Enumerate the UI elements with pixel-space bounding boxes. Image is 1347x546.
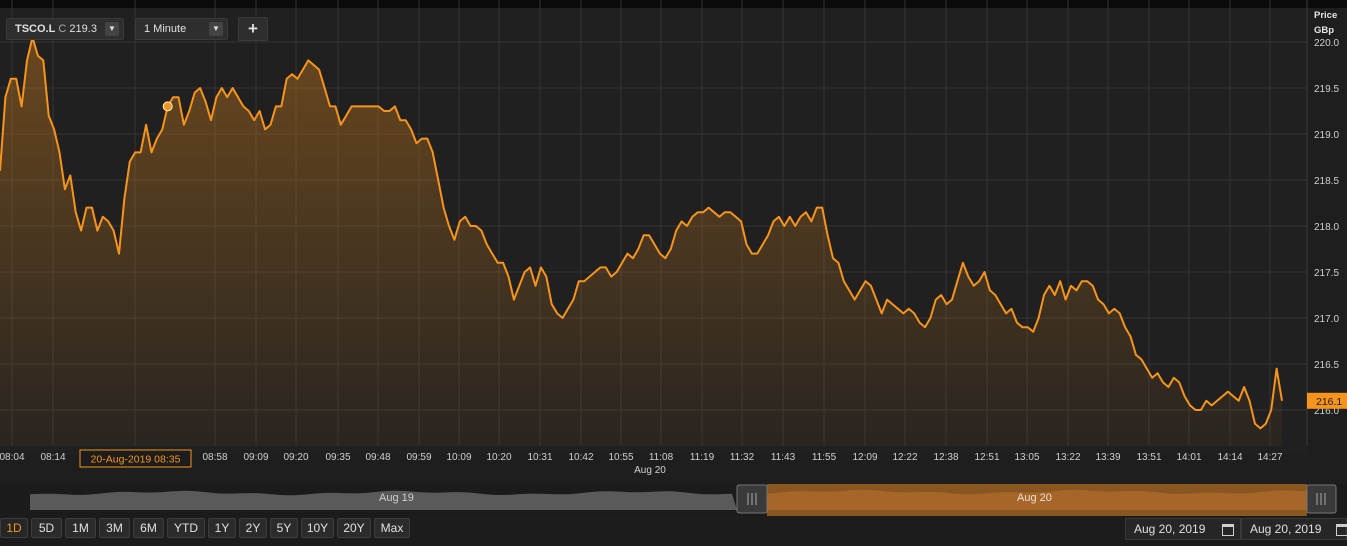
- calendar-icon[interactable]: [1222, 524, 1234, 536]
- x-tick-label: 11:43: [771, 452, 796, 463]
- date-from-value: Aug 20, 2019: [1134, 522, 1206, 536]
- timeframe-button-3m[interactable]: 3M: [99, 518, 130, 538]
- x-tick-label: 12:09: [852, 452, 877, 463]
- x-tick-label: 12:22: [892, 452, 917, 463]
- range-navigator[interactable]: Aug 19 Aug 20: [0, 484, 1347, 516]
- timeframe-button-20y[interactable]: 20Y: [337, 518, 371, 538]
- x-tick-label: 14:27: [1257, 452, 1282, 463]
- chart-plot-area[interactable]: 216.0 216.5 217.0 217.5 218.0 218.5 219.0 219.5…: [0, 0, 1347, 476]
- x-tick-label: 12:51: [974, 452, 999, 463]
- x-tick-label: 09:35: [325, 452, 350, 463]
- x-axis-ticks: 08:04 08:14 20-Aug-2019 08:35 08:58 09:09 09:…: [0, 449, 1283, 476]
- timeframe-button-5d[interactable]: 5D: [31, 518, 62, 538]
- x-tick-label: 10:20: [486, 452, 511, 463]
- x-tick-label: 08:14: [40, 452, 65, 463]
- y-tick-label: 218.0: [1314, 222, 1339, 233]
- x-tick-label: 14:14: [1217, 452, 1242, 463]
- x-tick-label: 08:58: [202, 452, 227, 463]
- x-tick-label: 10:09: [446, 452, 471, 463]
- timeframe-button-ytd[interactable]: YTD: [167, 518, 205, 538]
- chevron-down-icon[interactable]: ▼: [209, 22, 223, 36]
- x-tick-label: 11:32: [730, 452, 755, 463]
- y-tick-label: 216.5: [1314, 360, 1339, 371]
- x-tick-label: 09:59: [406, 452, 431, 463]
- navigator-svg: [30, 484, 1337, 516]
- y-axis-title-unit: GBp: [1314, 25, 1335, 36]
- date-from-field[interactable]: Aug 20, 2019: [1125, 518, 1241, 540]
- y-tick-label: 219.0: [1314, 130, 1339, 141]
- x-axis-date-label: Aug 20: [634, 465, 666, 476]
- timeframe-button-1y[interactable]: 1Y: [208, 518, 236, 538]
- y-axis-title-price: Price: [1314, 10, 1338, 21]
- symbol-label: TSCO.L: [15, 23, 56, 35]
- timeframe-button-6m[interactable]: 6M: [133, 518, 164, 538]
- y-axis-ticks: 216.0216.5217.0217.5218.0218.5219.0219.5…: [1307, 38, 1347, 417]
- navigator-right-label: Aug 20: [1017, 492, 1052, 504]
- timeframe-button-max[interactable]: Max: [374, 518, 410, 538]
- x-tick-label: 13:51: [1136, 452, 1161, 463]
- y-tick-label: 217.0: [1314, 314, 1339, 325]
- add-indicator-button[interactable]: +: [238, 17, 268, 41]
- calendar-icon[interactable]: [1336, 524, 1347, 536]
- chevron-down-icon[interactable]: ▼: [105, 22, 119, 36]
- date-to-field[interactable]: Aug 20, 2019: [1241, 518, 1347, 540]
- x-tick-label: 12:38: [933, 452, 958, 463]
- navigator-left-label: Aug 19: [379, 492, 414, 504]
- price-chart[interactable]: 216.0216.5217.0217.5218.0218.5219.0219.5…: [0, 0, 1347, 476]
- timeframe-button-2y[interactable]: 2Y: [239, 518, 267, 538]
- y-tick-label: 218.5: [1314, 176, 1339, 187]
- x-tick-label: 10:55: [608, 452, 633, 463]
- x-tick-label: 09:20: [283, 452, 308, 463]
- x-tick-label: 11:08: [649, 452, 674, 463]
- quote-label: C: [58, 23, 67, 35]
- crosshair-time-label: 20-Aug-2019 08:35: [91, 454, 181, 466]
- current-price-label: 216.1: [1316, 396, 1342, 408]
- y-tick-label: 219.5: [1314, 84, 1339, 95]
- timeframe-button-1d[interactable]: 1D: [0, 518, 28, 538]
- x-tick-label: 14:01: [1176, 452, 1201, 463]
- x-tick-label: 13:05: [1014, 452, 1039, 463]
- x-tick-label: 09:09: [243, 452, 268, 463]
- x-tick-label: 10:31: [527, 452, 552, 463]
- x-tick-label: 08:04: [0, 452, 25, 463]
- date-to-value: Aug 20, 2019: [1250, 522, 1322, 536]
- x-tick-label: 10:42: [568, 452, 593, 463]
- quote-value: 219.3: [69, 23, 97, 35]
- x-tick-label: 09:48: [365, 452, 390, 463]
- symbol-selector[interactable]: TSCO.L C 219.3 ▼: [6, 18, 124, 40]
- timeframe-bar: 1D 5D 1M 3M 6M YTD 1Y 2Y 5Y 10Y 20Y Max Aug 20, 201…: [0, 516, 1347, 546]
- crosshair-marker: [162, 101, 173, 112]
- x-tick-label: 11:19: [690, 452, 715, 463]
- y-tick-label: 220.0: [1314, 38, 1339, 49]
- x-tick-label: 11:55: [812, 452, 837, 463]
- y-tick-label: 217.5: [1314, 268, 1339, 279]
- timeframe-button-10y[interactable]: 10Y: [301, 518, 334, 538]
- x-tick-label: 13:39: [1095, 452, 1120, 463]
- x-tick-label: 13:22: [1055, 452, 1080, 463]
- timeframe-button-1m[interactable]: 1M: [65, 518, 96, 538]
- interval-label: 1 Minute: [144, 23, 187, 35]
- interval-selector[interactable]: 1 Minute ▼: [135, 18, 228, 40]
- timeframe-button-5y[interactable]: 5Y: [270, 518, 298, 538]
